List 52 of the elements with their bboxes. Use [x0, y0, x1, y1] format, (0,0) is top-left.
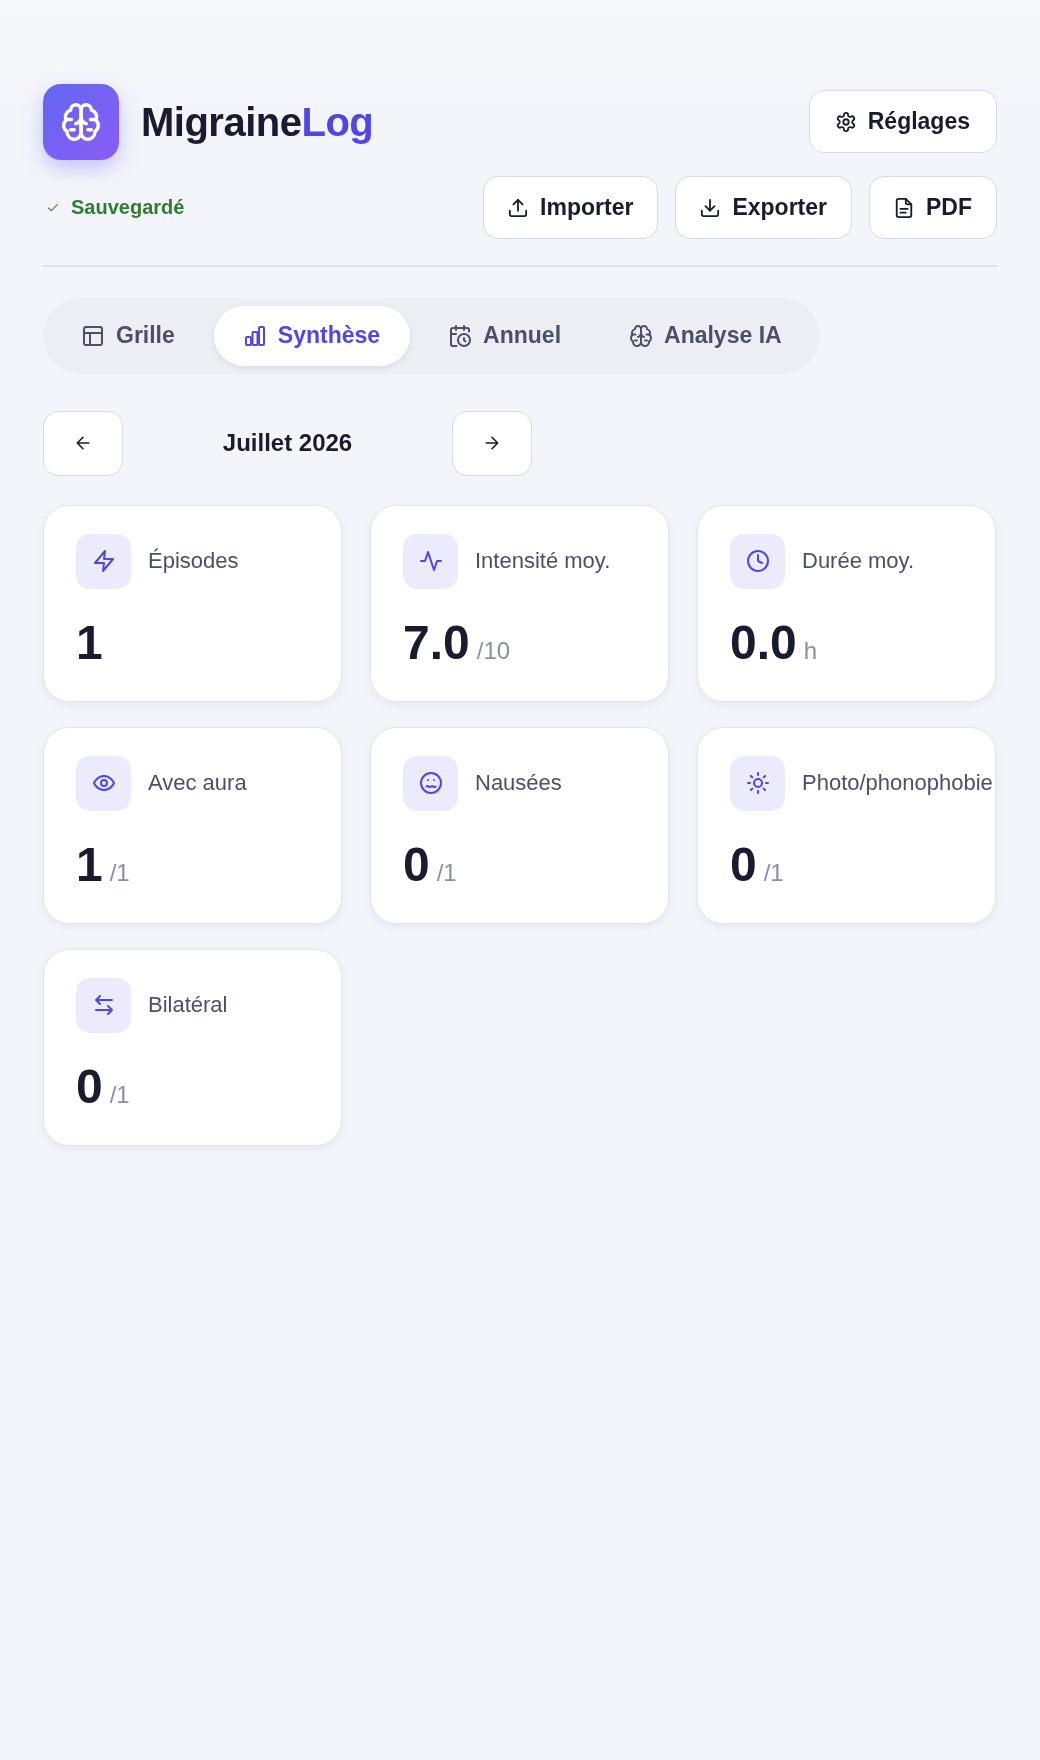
download-icon [700, 197, 721, 218]
calendar-clock-icon [449, 324, 472, 347]
previous-month-button[interactable] [43, 410, 123, 476]
brain-icon [630, 324, 653, 347]
stat-label: Photo/phonophobie [802, 770, 993, 796]
lightning-icon [76, 533, 131, 589]
stat-label: Durée moy. [802, 548, 915, 574]
stat-value: 7.0 [403, 618, 470, 667]
document-icon [894, 197, 914, 218]
stat-unit: h [803, 636, 818, 665]
stat-unit: /1 [436, 858, 457, 887]
stat-label: Bilatéral [148, 992, 228, 1018]
view-tab[interactable]: Synthèse [213, 305, 411, 366]
brain-logo-icon [43, 84, 119, 160]
stat-label: Avec aura [148, 770, 247, 796]
table-icon [82, 324, 104, 347]
stat-unit: /1 [109, 1080, 130, 1109]
next-month-button[interactable] [452, 410, 532, 476]
stat-unit: /1 [763, 858, 784, 887]
pdf-button[interactable]: PDF [869, 176, 997, 239]
import-button[interactable]: Importer [483, 176, 659, 239]
stat-label: Intensité moy. [475, 548, 611, 574]
stat-unit: /10 [476, 636, 511, 665]
view-tab[interactable]: Annuel [419, 305, 592, 366]
settings-icon [835, 111, 856, 132]
settings-button[interactable]: Réglages [808, 90, 997, 153]
stat-label: Nausées [475, 770, 562, 796]
upload-icon [508, 197, 529, 218]
clock-icon [730, 533, 785, 589]
save-status: Sauvegardé [71, 196, 185, 219]
swap-arrows-icon [76, 977, 131, 1033]
stat-unit: /1 [109, 858, 130, 887]
view-tab[interactable]: Analyse IA [600, 305, 812, 366]
stat-value: 1 [76, 840, 103, 889]
stat-value: 0 [76, 1062, 103, 1111]
stat-value: 1 [76, 618, 103, 667]
stat-value: 0 [403, 840, 430, 889]
sun-icon [730, 755, 785, 811]
month-label: Juillet 2026 [222, 429, 353, 457]
eye-icon [76, 755, 131, 811]
bar-chart-icon [243, 324, 266, 347]
app-title: MigraineLog [141, 99, 374, 145]
export-button[interactable]: Exporter [675, 176, 852, 239]
pulse-icon [403, 533, 458, 589]
stat-value: 0.0 [730, 618, 797, 667]
face-icon [403, 755, 458, 811]
view-tab[interactable]: Grille [52, 305, 205, 366]
arrow-right-icon [483, 434, 501, 452]
stat-value: 0 [730, 840, 757, 889]
stat-label: Épisodes [148, 548, 239, 574]
check-icon [45, 201, 61, 214]
arrow-left-icon [74, 434, 92, 452]
